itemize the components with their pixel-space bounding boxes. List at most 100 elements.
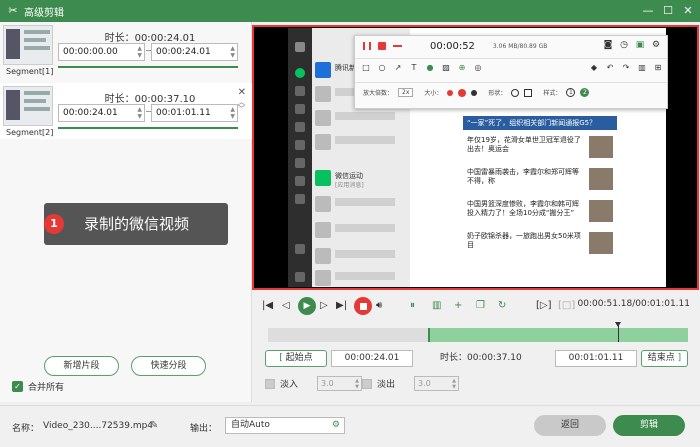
segment-duration: 时长：00:00:24.01: [104, 33, 196, 44]
fade-out-option[interactable]: 淡出 3.0 ▲ ▼: [362, 376, 460, 391]
clock-icon: ◷: [620, 40, 628, 50]
player-controls: |◀ ◁ ▶ ▷ ▶| 🔊︎ ⏸ ▥ + ❐ ↻ [▷] [□] 00:00:5…: [260, 296, 700, 316]
segment-label: Segment[1]: [6, 67, 54, 76]
segment-start-input[interactable]: 00:00:24.01 ▲ ▼: [58, 104, 145, 122]
segment-end-input[interactable]: 00:00:24.01 ▲ ▼: [151, 43, 238, 61]
list-item: [315, 108, 407, 130]
merge-all-option[interactable]: ✓ 合并所有: [12, 380, 64, 393]
back-button[interactable]: 返回: [534, 415, 606, 436]
list-item: [315, 220, 407, 242]
merge-all-label: 合并所有: [28, 383, 65, 393]
segment-progress: [58, 66, 238, 68]
add-icon[interactable]: +: [454, 298, 462, 314]
gear-icon[interactable]: ⚙: [332, 418, 340, 433]
segment-label: Segment[2]: [6, 128, 54, 137]
maximize-icon[interactable]: ☐: [662, 5, 674, 17]
window-title: 高级剪辑: [24, 7, 64, 19]
wechat-sidebar: [288, 28, 312, 287]
skip-end-icon[interactable]: ▶|: [336, 298, 347, 314]
mark-in-icon[interactable]: [▷]: [536, 298, 552, 314]
split-icon[interactable]: ⏸: [410, 298, 415, 314]
reorder-chevron-icon[interactable]: ︿ ﹀: [238, 99, 245, 113]
set-end-button[interactable]: 结束点 ]: [641, 350, 688, 367]
playhead[interactable]: [615, 322, 621, 342]
list-item: 微信运动 [应用消息]: [315, 168, 407, 190]
edit-pencil-icon[interactable]: ✎: [150, 420, 158, 431]
recorder-toolbar: 00:00:52 3.06 MB/80.89 GB ◙ ◷ ▣ ⚙ □ ○ ↗ …: [354, 35, 668, 109]
delete-icon[interactable]: ▥: [432, 298, 441, 314]
trash-icon: ▥: [638, 63, 646, 72]
name-label: 名称：: [12, 424, 40, 434]
close-icon[interactable]: ✕: [682, 5, 694, 17]
timecode: 00:00:51.18/00:01:01.11: [577, 299, 691, 309]
segment-actions: 新增片段 快速分段: [44, 356, 206, 376]
segment-item-2[interactable]: Segment[2] 时长：00:00:37.10 00:00:24.01 ▲ ▼ …: [0, 83, 252, 139]
segment-end-input[interactable]: 00:01:01.11 ▲ ▼: [151, 104, 238, 122]
rectangle-icon: □: [362, 63, 370, 72]
pin-icon: ⊞: [654, 63, 662, 72]
video-preview[interactable]: 腾讯新闻 微信运动 [应用消息] “一家”死了，组织相关部门新闻通报G5？ 年仅1…: [252, 25, 699, 290]
moments-icon: [295, 140, 305, 150]
image-icon: ▨: [442, 63, 450, 72]
undo-icon: ↶: [606, 63, 614, 72]
avatar: [295, 42, 305, 52]
miniprogram-icon: [295, 194, 305, 204]
selected-range[interactable]: [428, 328, 688, 342]
play-button[interactable]: ▶: [298, 297, 316, 315]
app-icon: ✂: [8, 4, 18, 17]
fade-in-input[interactable]: 3.0 ▲ ▼: [317, 376, 363, 391]
spotlight-icon: ◎: [474, 63, 482, 72]
article-header: “一家”死了，组织相关部门新闻通报G5？: [463, 116, 617, 130]
trim-end-input[interactable]: 00:01:01.11: [555, 350, 637, 367]
zoom-dropdown: 2x: [398, 88, 414, 97]
trim-duration: 时长：00:00:37.10: [440, 353, 522, 363]
cut-button[interactable]: 剪辑: [613, 415, 685, 436]
callout-text: 录制的微信视频: [84, 215, 190, 233]
minimize-icon: [393, 45, 402, 47]
copy-icon[interactable]: ❐: [476, 298, 485, 314]
contacts-icon: [295, 86, 305, 96]
text-icon: T: [411, 63, 417, 72]
output-select[interactable]: 自动Auto ⚙: [225, 417, 345, 434]
add-segment-button[interactable]: 新增片段: [44, 356, 119, 376]
list-item: [315, 268, 407, 287]
skip-start-icon[interactable]: |◀: [262, 298, 273, 314]
channels-icon: [295, 158, 305, 168]
volume-icon[interactable]: 🔊︎: [376, 298, 382, 314]
segment-progress: [58, 127, 238, 129]
phone-icon: [295, 244, 305, 254]
next-frame-icon[interactable]: ▷: [320, 298, 328, 314]
output-label: 输出：: [190, 424, 218, 434]
fade-out-input[interactable]: 3.0 ▲ ▼: [414, 376, 460, 391]
spinner-icon[interactable]: ▲ ▼: [137, 106, 142, 120]
timeline[interactable]: [268, 322, 688, 342]
favorites-icon: [295, 104, 305, 114]
checkbox-icon[interactable]: [265, 378, 275, 389]
trim-start-input[interactable]: 00:00:24.01: [331, 350, 413, 367]
spinner-icon[interactable]: ▲ ▼: [230, 106, 235, 120]
reset-icon[interactable]: ↻: [498, 298, 506, 314]
segment-item-1[interactable]: Segment[1] 时长：00:00:24.01 00:00:00.00 ▲ ▼ …: [0, 22, 252, 78]
prev-frame-icon[interactable]: ◁: [282, 298, 290, 314]
mark-out-icon[interactable]: [□]: [558, 298, 575, 314]
eraser-icon: ◆: [590, 63, 598, 72]
camera-icon: ◙: [603, 40, 613, 50]
files-icon: [295, 122, 305, 132]
segment-start-input[interactable]: 00:00:00.00 ▲ ▼: [58, 43, 145, 61]
spinner-icon[interactable]: ▲ ▼: [230, 45, 235, 59]
spinner-icon[interactable]: ▲ ▼: [137, 45, 142, 59]
file-name: Video_230....72539.mp4: [43, 421, 154, 431]
minimize-icon[interactable]: —: [642, 5, 654, 17]
spinner-icon[interactable]: ▲ ▼: [452, 378, 456, 390]
stop-button[interactable]: [354, 297, 372, 315]
delete-segment-icon[interactable]: ✕: [238, 87, 246, 98]
menu-icon: [295, 272, 305, 282]
list-item: [315, 194, 407, 216]
fade-in-option[interactable]: 淡入 3.0 ▲ ▼: [265, 376, 363, 391]
set-start-button[interactable]: [ 起始点: [265, 350, 327, 367]
checkbox-icon[interactable]: [362, 378, 372, 389]
record-size: 3.06 MB/80.89 GB: [492, 42, 548, 50]
quick-split-button[interactable]: 快速分段: [131, 356, 206, 376]
spinner-icon[interactable]: ▲ ▼: [355, 378, 359, 390]
checkbox-checked-icon[interactable]: ✓: [12, 381, 23, 392]
